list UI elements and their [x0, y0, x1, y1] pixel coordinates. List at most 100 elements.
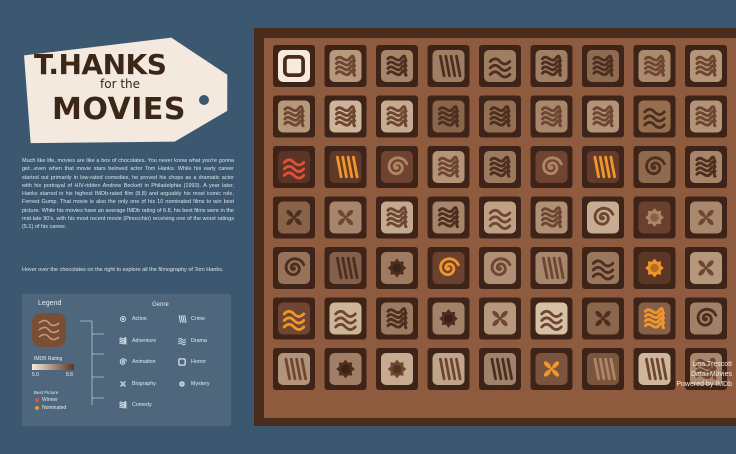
chocolate[interactable]	[582, 146, 624, 188]
winner-label: Winner	[42, 397, 58, 403]
genre-label: Drama	[191, 337, 207, 344]
nominated-dot	[35, 406, 39, 410]
chocolate[interactable]	[479, 247, 521, 289]
scribble-icon	[119, 401, 127, 409]
chocolate[interactable]	[273, 95, 315, 138]
swirl-icon	[119, 336, 127, 345]
best-picture-label: Best Picture	[34, 390, 59, 395]
chocolate[interactable]	[324, 146, 367, 188]
chocolate[interactable]	[582, 45, 624, 87]
credit-source: Data+Movies	[690, 371, 732, 378]
chocolate[interactable]	[530, 146, 573, 188]
chocolate[interactable]	[427, 45, 470, 87]
chocolate[interactable]	[273, 297, 315, 340]
chocolate[interactable]	[633, 95, 676, 138]
chocolate-grid	[273, 45, 727, 390]
chocolate[interactable]	[633, 297, 676, 340]
chocolate[interactable]	[685, 196, 727, 239]
chocolate-tray: Lisa Trescott Data+Movies Powered by IMD…	[264, 38, 736, 418]
genre-label: Action	[132, 316, 147, 322]
chocolate[interactable]	[582, 247, 624, 289]
chocolate[interactable]	[530, 297, 573, 340]
genre-label: Crime	[191, 316, 206, 322]
chocolate[interactable]	[427, 297, 470, 340]
legend-panel: Legend Genre IMDB Rating 5.0 8.8 Best Pi…	[22, 294, 231, 426]
chocolate[interactable]	[530, 196, 573, 239]
chocolate[interactable]	[273, 146, 315, 188]
chocolate[interactable]	[685, 45, 727, 87]
chocolate[interactable]	[324, 247, 367, 289]
chocolate[interactable]	[479, 45, 521, 87]
chocolate[interactable]	[376, 146, 418, 188]
title-line-2: for the	[100, 77, 141, 91]
chocolate[interactable]	[324, 95, 367, 138]
credit-author: Lisa Trescott	[692, 361, 732, 368]
chocolate[interactable]	[633, 196, 676, 239]
chocolate[interactable]	[273, 247, 315, 289]
chocolate[interactable]	[479, 196, 521, 239]
credit-powered: Powered by IMDb	[676, 381, 732, 388]
chocolate[interactable]	[582, 95, 624, 138]
chocolate[interactable]	[685, 146, 727, 188]
wave-icon	[178, 337, 186, 345]
chocolate[interactable]	[530, 247, 573, 289]
cross-petal-icon	[120, 380, 126, 387]
chocolate[interactable]	[273, 196, 315, 239]
chocolate[interactable]	[633, 146, 676, 188]
chocolate-box: Lisa Trescott Data+Movies Powered by IMD…	[254, 28, 736, 426]
lines-icon	[178, 315, 187, 323]
chocolate[interactable]	[427, 348, 470, 390]
chocolate[interactable]	[273, 348, 315, 390]
hover-instruction: Hover over the chocolates on the right t…	[22, 267, 224, 273]
chocolate[interactable]	[633, 45, 676, 87]
chocolate[interactable]	[633, 348, 676, 390]
chocolate[interactable]	[633, 247, 676, 289]
chocolate[interactable]	[376, 95, 418, 138]
genre-label: Mystery	[191, 380, 210, 387]
chocolate[interactable]	[530, 348, 573, 390]
rating-label: IMDB Rating	[34, 356, 63, 362]
genre-label: Biography	[132, 380, 156, 387]
rating-min: 5.0	[32, 372, 39, 378]
nominated-label: Nominated	[42, 405, 67, 411]
genre-label: Comedy	[132, 402, 152, 408]
chocolate[interactable]	[427, 247, 470, 289]
chocolate[interactable]	[427, 196, 470, 239]
chocolate[interactable]	[479, 348, 521, 390]
chocolate[interactable]	[324, 348, 367, 390]
genre-label: Adventure	[132, 337, 157, 344]
genre-label: Horror	[191, 359, 207, 365]
chocolate[interactable]	[427, 146, 470, 188]
genre-label: Animation	[132, 359, 156, 365]
flower-icon	[178, 380, 186, 387]
rating-gradient	[32, 364, 74, 370]
chocolate[interactable]	[530, 45, 573, 87]
rating-max: 8.8	[66, 372, 73, 378]
spiral-icon	[119, 358, 127, 365]
chocolate[interactable]	[376, 297, 418, 340]
chocolate[interactable]	[582, 196, 624, 239]
chocolate[interactable]	[376, 196, 418, 239]
chocolate[interactable]	[427, 95, 470, 138]
chocolate[interactable]	[376, 247, 418, 289]
chocolate[interactable]	[376, 45, 418, 87]
chocolate[interactable]	[479, 95, 521, 138]
title-tag: T.HANKS for the MOVIES	[14, 36, 242, 144]
chocolate[interactable]	[324, 45, 367, 87]
chocolate[interactable]	[582, 297, 624, 340]
chocolate[interactable]	[273, 45, 315, 87]
title-line-3: MOVIES	[52, 92, 187, 127]
chocolate[interactable]	[685, 297, 727, 340]
intro-text: Much like life, movies are like a box of…	[22, 158, 234, 231]
dot-ring-icon	[120, 316, 126, 322]
winner-dot	[35, 398, 39, 402]
chocolate[interactable]	[479, 146, 521, 188]
chocolate[interactable]	[530, 95, 573, 138]
chocolate[interactable]	[685, 95, 727, 138]
chocolate[interactable]	[685, 247, 727, 289]
chocolate[interactable]	[376, 348, 418, 390]
chocolate[interactable]	[582, 348, 624, 390]
chocolate[interactable]	[324, 297, 367, 340]
chocolate[interactable]	[324, 196, 367, 239]
chocolate[interactable]	[479, 297, 521, 340]
